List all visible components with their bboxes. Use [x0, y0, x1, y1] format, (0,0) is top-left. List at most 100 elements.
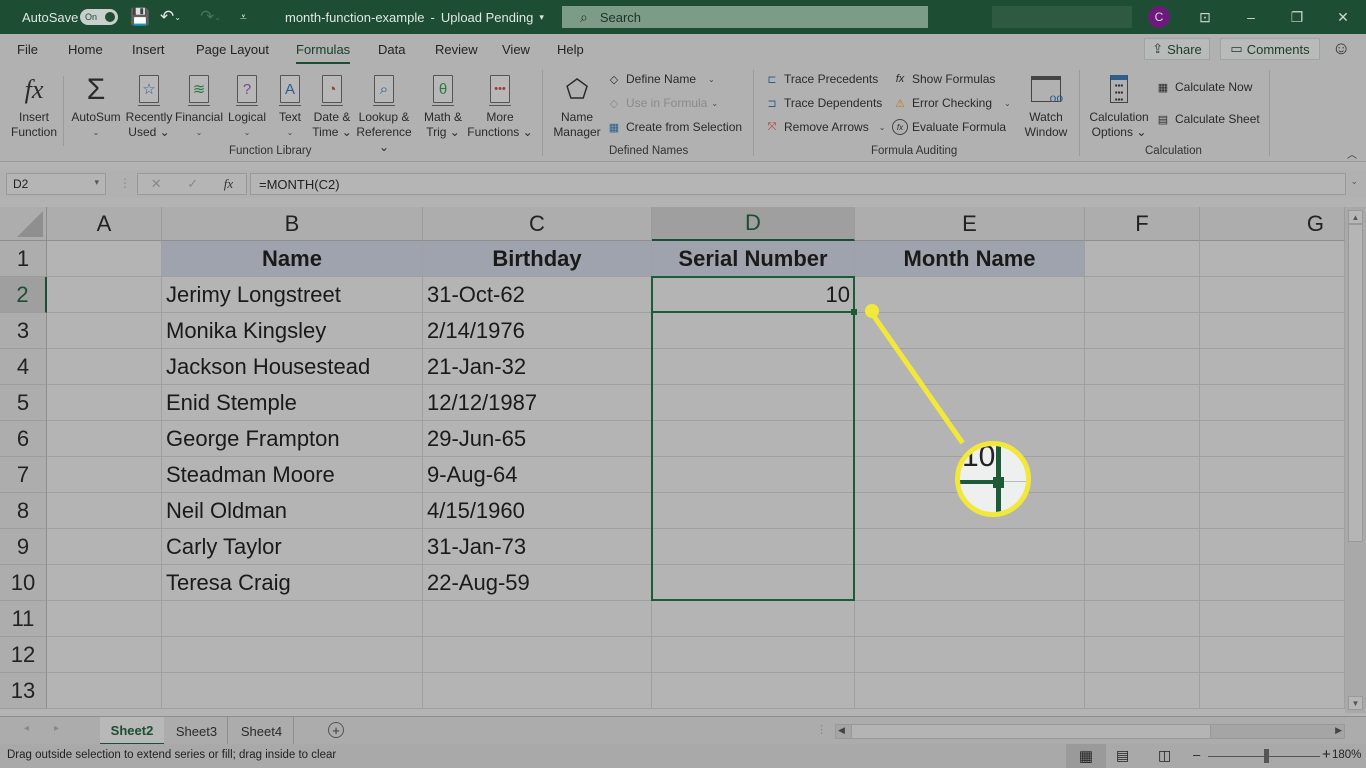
avatar[interactable]: C [1148, 6, 1170, 28]
horizontal-scrollbar[interactable]: ◀ ▶ [835, 724, 1345, 739]
zoom-level[interactable]: 180% [1332, 749, 1361, 761]
header-cell-e[interactable]: Month Name [855, 241, 1085, 277]
next-sheet-icon[interactable]: ▸ [54, 723, 59, 734]
close-button[interactable]: ✕ [1320, 0, 1366, 34]
logical-button[interactable]: ? Logical ⌄ [224, 70, 270, 140]
define-name-button[interactable]: ◇ Define Name ⌄ [606, 70, 715, 88]
cell-b8[interactable]: Neil Oldman [162, 493, 423, 529]
show-formulas-button[interactable]: fx Show Formulas [892, 70, 996, 88]
cell-g1[interactable] [1200, 241, 1345, 277]
cell-e9[interactable] [855, 529, 1085, 565]
add-sheet-icon[interactable]: + [328, 722, 344, 738]
autosave-toggle[interactable]: On [80, 9, 118, 25]
cell-d8[interactable] [652, 493, 855, 529]
expand-formula-bar-icon[interactable]: ⌄ [1350, 176, 1358, 187]
column-header-e[interactable]: E [855, 207, 1085, 241]
search-box[interactable]: ⌕ Search [562, 6, 928, 28]
select-all-button[interactable] [0, 207, 47, 241]
remove-arrows-button[interactable]: ⤧ Remove Arrows ⌄ [764, 118, 886, 136]
cell-g5[interactable] [1200, 385, 1345, 421]
vertical-scrollbar[interactable]: ▲ ▼ [1345, 207, 1366, 713]
prev-sheet-icon[interactable]: ◂ [24, 723, 29, 734]
row-header-7[interactable]: 7 [0, 457, 47, 493]
watch-window-button[interactable]: oo Watch Window [1020, 70, 1072, 140]
scroll-right-button[interactable]: ▶ [1335, 725, 1342, 736]
column-header-b[interactable]: B [162, 207, 423, 241]
cell-f12[interactable] [1085, 637, 1200, 673]
cell-e11[interactable] [855, 601, 1085, 637]
cell-a7[interactable] [47, 457, 162, 493]
minimize-button[interactable]: – [1228, 0, 1274, 34]
calculation-options-button[interactable]: ▪▪▪ ▪▪▪ ▪▪▪ Calculation Options ⌄ [1086, 70, 1152, 140]
share-button[interactable]: ⇪ Share [1144, 38, 1210, 60]
cell-a3[interactable] [47, 313, 162, 349]
lookup-reference-button[interactable]: ⌕ Lookup & Reference ⌄ [352, 70, 416, 155]
tab-page-layout[interactable]: Page Layout [196, 42, 269, 57]
cell-g6[interactable] [1200, 421, 1345, 457]
fill-handle[interactable] [851, 309, 857, 315]
cell-d5[interactable] [652, 385, 855, 421]
cell-b13[interactable] [162, 673, 423, 709]
cell-c10[interactable]: 22-Aug-59 [423, 565, 652, 601]
trace-precedents-button[interactable]: ⊏ Trace Precedents [764, 70, 878, 88]
row-header-5[interactable]: 5 [0, 385, 47, 421]
cell-b5[interactable]: Enid Stemple [162, 385, 423, 421]
cell-g2[interactable] [1200, 277, 1345, 313]
cell-f5[interactable] [1085, 385, 1200, 421]
calculate-sheet-button[interactable]: ▤ Calculate Sheet [1155, 110, 1260, 128]
name-manager-button[interactable]: ⬠ Name Manager [550, 70, 604, 140]
cell-d9[interactable] [652, 529, 855, 565]
formula-bar-grip[interactable]: ⋮ [119, 176, 131, 190]
cell-f2[interactable] [1085, 277, 1200, 313]
cell-a6[interactable] [47, 421, 162, 457]
math-trig-button[interactable]: θ Math & Trig ⌄ [418, 70, 468, 140]
cell-f9[interactable] [1085, 529, 1200, 565]
cell-c4[interactable]: 21-Jan-32 [423, 349, 652, 385]
cell-c5[interactable]: 12/12/1987 [423, 385, 652, 421]
row-header-10[interactable]: 10 [0, 565, 47, 601]
row-header-11[interactable]: 11 [0, 601, 47, 637]
cell-g12[interactable] [1200, 637, 1345, 673]
tab-review[interactable]: Review [435, 42, 478, 57]
customize-qat-icon[interactable]: ⩡ [240, 0, 247, 34]
sheet-tab-sheet3[interactable]: Sheet3 [166, 717, 228, 745]
cell-g8[interactable] [1200, 493, 1345, 529]
text-button[interactable]: A Text ⌄ [270, 70, 310, 140]
cell-d6[interactable] [652, 421, 855, 457]
recently-used-button[interactable]: ☆ Recently Used ⌄ [124, 70, 174, 140]
evaluate-formula-button[interactable]: fx Evaluate Formula [892, 118, 1006, 136]
worksheet-grid[interactable]: A B C D E F G 1 2 3 4 5 6 7 8 9 10 11 12 13 Name Birthday Seri… [0, 207, 1345, 713]
scroll-down-button[interactable]: ▼ [1348, 696, 1363, 710]
cell-a8[interactable] [47, 493, 162, 529]
cell-d4[interactable] [652, 349, 855, 385]
row-header-3[interactable]: 3 [0, 313, 47, 349]
cell-a4[interactable] [47, 349, 162, 385]
ribbon-display-options-icon[interactable]: ⊡ [1182, 0, 1228, 34]
tab-formulas[interactable]: Formulas [296, 42, 351, 65]
financial-button[interactable]: ≋ Financial ⌄ [174, 70, 224, 140]
cell-d10[interactable] [652, 565, 855, 601]
tab-file[interactable]: File [17, 42, 38, 57]
cell-g7[interactable] [1200, 457, 1345, 493]
row-header-13[interactable]: 13 [0, 673, 47, 709]
cell-g10[interactable] [1200, 565, 1345, 601]
cell-f11[interactable] [1085, 601, 1200, 637]
date-time-button[interactable]: ◔ Date & Time ⌄ [308, 70, 356, 140]
more-functions-button[interactable]: ••• More Functions ⌄ [466, 70, 534, 140]
cell-f1[interactable] [1085, 241, 1200, 277]
cell-a1[interactable] [47, 241, 162, 277]
cell-c13[interactable] [423, 673, 652, 709]
cell-e13[interactable] [855, 673, 1085, 709]
cell-b3[interactable]: Monika Kingsley [162, 313, 423, 349]
cell-f10[interactable] [1085, 565, 1200, 601]
sheet-tab-sheet2[interactable]: Sheet2 [100, 717, 164, 745]
cell-a2[interactable] [47, 277, 162, 313]
scroll-left-button[interactable]: ◀ [838, 725, 845, 736]
cell-b7[interactable]: Steadman Moore [162, 457, 423, 493]
cell-c9[interactable]: 31-Jan-73 [423, 529, 652, 565]
calculate-now-button[interactable]: ▦ Calculate Now [1155, 78, 1253, 96]
row-header-9[interactable]: 9 [0, 529, 47, 565]
document-title[interactable]: month-function-example - Upload Pending … [285, 0, 544, 34]
cell-f4[interactable] [1085, 349, 1200, 385]
cell-d13[interactable] [652, 673, 855, 709]
